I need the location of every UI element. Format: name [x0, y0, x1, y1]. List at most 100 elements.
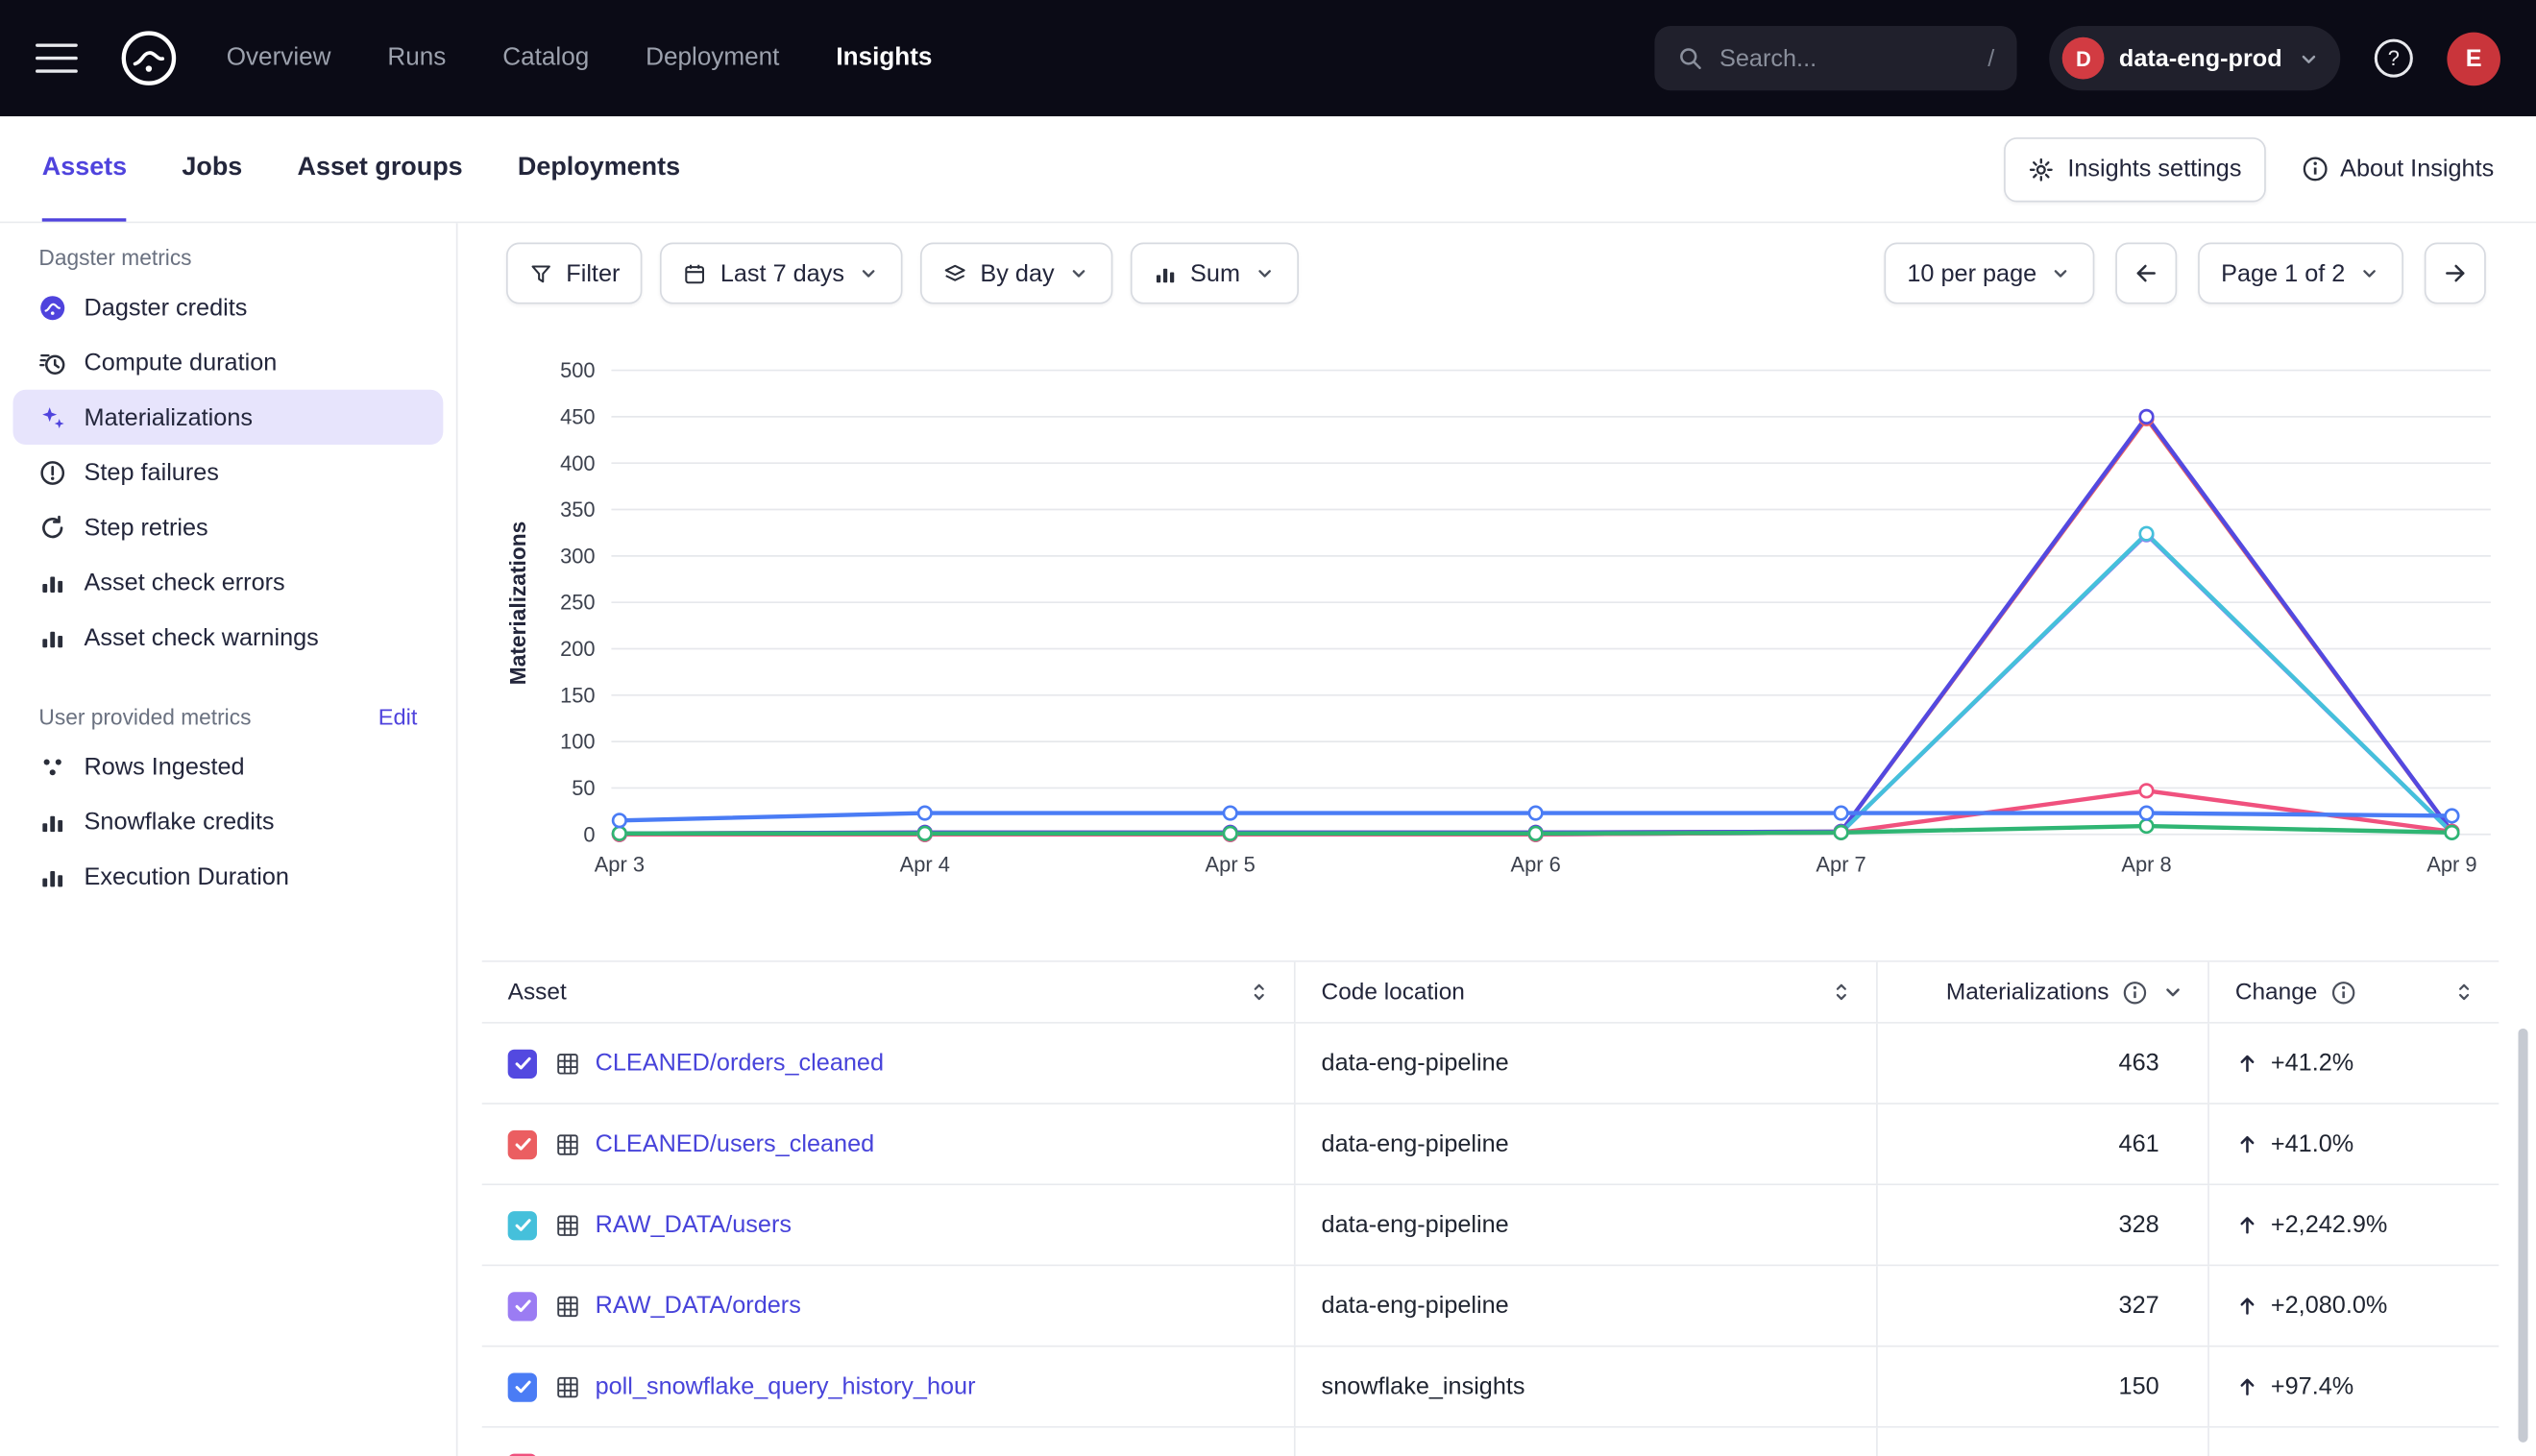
svg-text:Apr 4: Apr 4 — [900, 852, 950, 876]
change-cell: +2,080.0% — [2207, 1266, 2499, 1346]
bar-chart-icon — [38, 623, 66, 651]
column-header-change[interactable]: Change — [2207, 962, 2499, 1022]
nav-item-insights[interactable]: Insights — [836, 43, 932, 72]
search-input[interactable]: Search... / — [1655, 26, 2017, 90]
sort-icon[interactable] — [1247, 980, 1271, 1004]
user-avatar[interactable]: E — [2447, 32, 2500, 85]
sidebar-item-asset-check-warnings[interactable]: Asset check warnings — [12, 610, 443, 665]
calendar-icon — [683, 261, 707, 285]
sidebar-item-label: Step retries — [85, 514, 208, 542]
change-cell: +97.4% — [2207, 1347, 2499, 1426]
dagster-logo[interactable] — [113, 23, 184, 94]
asset-link[interactable]: CLEANED/users_cleaned — [596, 1130, 875, 1158]
change-cell — [2207, 1428, 2499, 1456]
asset-grid-icon — [554, 1293, 580, 1319]
per-page-label: 10 per page — [1907, 259, 2036, 287]
tabbar-actions: Insights settings About Insights — [2005, 116, 2536, 221]
tab-jobs[interactable]: Jobs — [182, 116, 242, 221]
sort-icon[interactable] — [2451, 980, 2475, 1004]
deployment-switcher[interactable]: D data-eng-prod — [2050, 26, 2341, 90]
next-page-button[interactable] — [2425, 243, 2486, 304]
row-checkbox[interactable] — [508, 1291, 537, 1320]
prev-page-button[interactable] — [2116, 243, 2178, 304]
filter-button[interactable]: Filter — [506, 243, 643, 304]
about-insights-link[interactable]: About Insights — [2302, 156, 2494, 183]
timer-icon — [38, 349, 66, 376]
nav-item-overview[interactable]: Overview — [227, 43, 331, 72]
table-row: CLEANED/orders_cleaned data-eng-pipeline4… — [482, 1024, 2499, 1104]
row-checkbox[interactable] — [508, 1129, 537, 1158]
chart-toolbar: Filter Last 7 days By day — [506, 243, 2486, 304]
row-checkbox[interactable] — [508, 1210, 537, 1239]
svg-text:200: 200 — [560, 637, 596, 661]
tab-assets[interactable]: Assets — [42, 116, 127, 221]
change-value: +97.4% — [2271, 1372, 2353, 1400]
code-location-cell — [1294, 1428, 1876, 1456]
info-icon[interactable] — [2122, 979, 2148, 1005]
tabs: Assets Jobs Asset groups Deployments — [42, 116, 680, 221]
chevron-down-icon — [2358, 262, 2381, 285]
sidebar-item-label: Compute duration — [85, 349, 278, 376]
svg-text:50: 50 — [572, 776, 595, 800]
table-scrollbar[interactable] — [2518, 1029, 2527, 1443]
edit-metrics-link[interactable]: Edit — [378, 703, 418, 729]
insights-settings-button[interactable]: Insights settings — [2005, 136, 2266, 201]
sidebar-item-step-retries[interactable]: Step retries — [12, 499, 443, 554]
tab-asset-groups[interactable]: Asset groups — [298, 116, 463, 221]
svg-text:Apr 7: Apr 7 — [1816, 852, 1865, 876]
topnav-right: Search... / D data-eng-prod ? E — [1655, 26, 2500, 90]
nav-item-deployment[interactable]: Deployment — [646, 43, 779, 72]
insights-tab-bar: Assets Jobs Asset groups Deployments Insigh… — [0, 116, 2536, 223]
sidebar-item-dagster-credits[interactable]: Dagster credits — [12, 279, 443, 334]
row-checkbox[interactable] — [508, 1372, 537, 1401]
svg-text:0: 0 — [583, 822, 595, 846]
arrow-right-icon — [2442, 260, 2468, 286]
section-label: Dagster metrics — [38, 246, 191, 270]
asset-link[interactable]: poll_snowflake_query_history_hour — [596, 1372, 976, 1400]
dagster-metrics-section-title: Dagster metrics — [0, 243, 456, 280]
nav-item-runs[interactable]: Runs — [387, 43, 446, 72]
tab-deployments[interactable]: Deployments — [518, 116, 680, 221]
asset-link[interactable]: RAW_DATA/orders — [596, 1292, 801, 1320]
info-icon[interactable] — [2330, 979, 2356, 1005]
code-location-cell: data-eng-pipeline — [1294, 1024, 1876, 1104]
chevron-down-icon[interactable] — [2160, 980, 2184, 1004]
column-header-materializations[interactable]: Materializations — [1876, 962, 2207, 1022]
sidebar-item-materializations[interactable]: Materializations — [12, 390, 443, 445]
aggregation-dropdown[interactable]: Sum — [1131, 243, 1299, 304]
up-arrow-icon — [2235, 1051, 2259, 1075]
column-header-code-location[interactable]: Code location — [1294, 962, 1876, 1022]
group-by-label: By day — [980, 259, 1054, 287]
materializations-cell: 463 — [1876, 1024, 2207, 1104]
main-content: Filter Last 7 days By day — [457, 223, 2536, 1456]
change-value: +41.2% — [2271, 1050, 2353, 1078]
help-button[interactable]: ? — [2373, 37, 2415, 80]
sidebar-item-asset-check-errors[interactable]: Asset check errors — [12, 554, 443, 609]
change-value: +41.0% — [2271, 1130, 2353, 1158]
sort-icon[interactable] — [1829, 980, 1853, 1004]
nav-item-catalog[interactable]: Catalog — [502, 43, 589, 72]
info-icon — [2302, 156, 2329, 183]
column-label: Asset — [508, 979, 567, 1005]
asset-link[interactable]: RAW_DATA/users — [596, 1211, 792, 1239]
bar-chart-icon — [1153, 261, 1177, 285]
code-location-cell: snowflake_insights — [1294, 1347, 1876, 1426]
hamburger-menu-button[interactable] — [36, 43, 78, 72]
date-range-dropdown[interactable]: Last 7 days — [661, 243, 903, 304]
sidebar-item-label: Asset check errors — [85, 569, 285, 596]
sidebar-item-snowflake-credits[interactable]: Snowflake credits — [12, 794, 443, 849]
column-header-asset[interactable]: Asset — [482, 962, 1294, 1022]
sidebar-item-step-failures[interactable]: Step failures — [12, 445, 443, 499]
sidebar-item-compute-duration[interactable]: Compute duration — [12, 335, 443, 390]
sidebar-item-rows-ingested[interactable]: Rows Ingested — [12, 739, 443, 793]
chevron-down-icon — [1067, 262, 1090, 285]
per-page-dropdown[interactable]: 10 per page — [1885, 243, 2095, 304]
row-checkbox[interactable] — [508, 1049, 537, 1078]
group-by-dropdown[interactable]: By day — [920, 243, 1112, 304]
code-location-cell: data-eng-pipeline — [1294, 1104, 1876, 1183]
search-placeholder: Search... — [1719, 44, 1971, 72]
code-location-cell: data-eng-pipeline — [1294, 1266, 1876, 1346]
asset-link[interactable]: CLEANED/orders_cleaned — [596, 1050, 884, 1078]
page-dropdown[interactable]: Page 1 of 2 — [2199, 243, 2403, 304]
sidebar-item-execution-duration[interactable]: Execution Duration — [12, 849, 443, 904]
